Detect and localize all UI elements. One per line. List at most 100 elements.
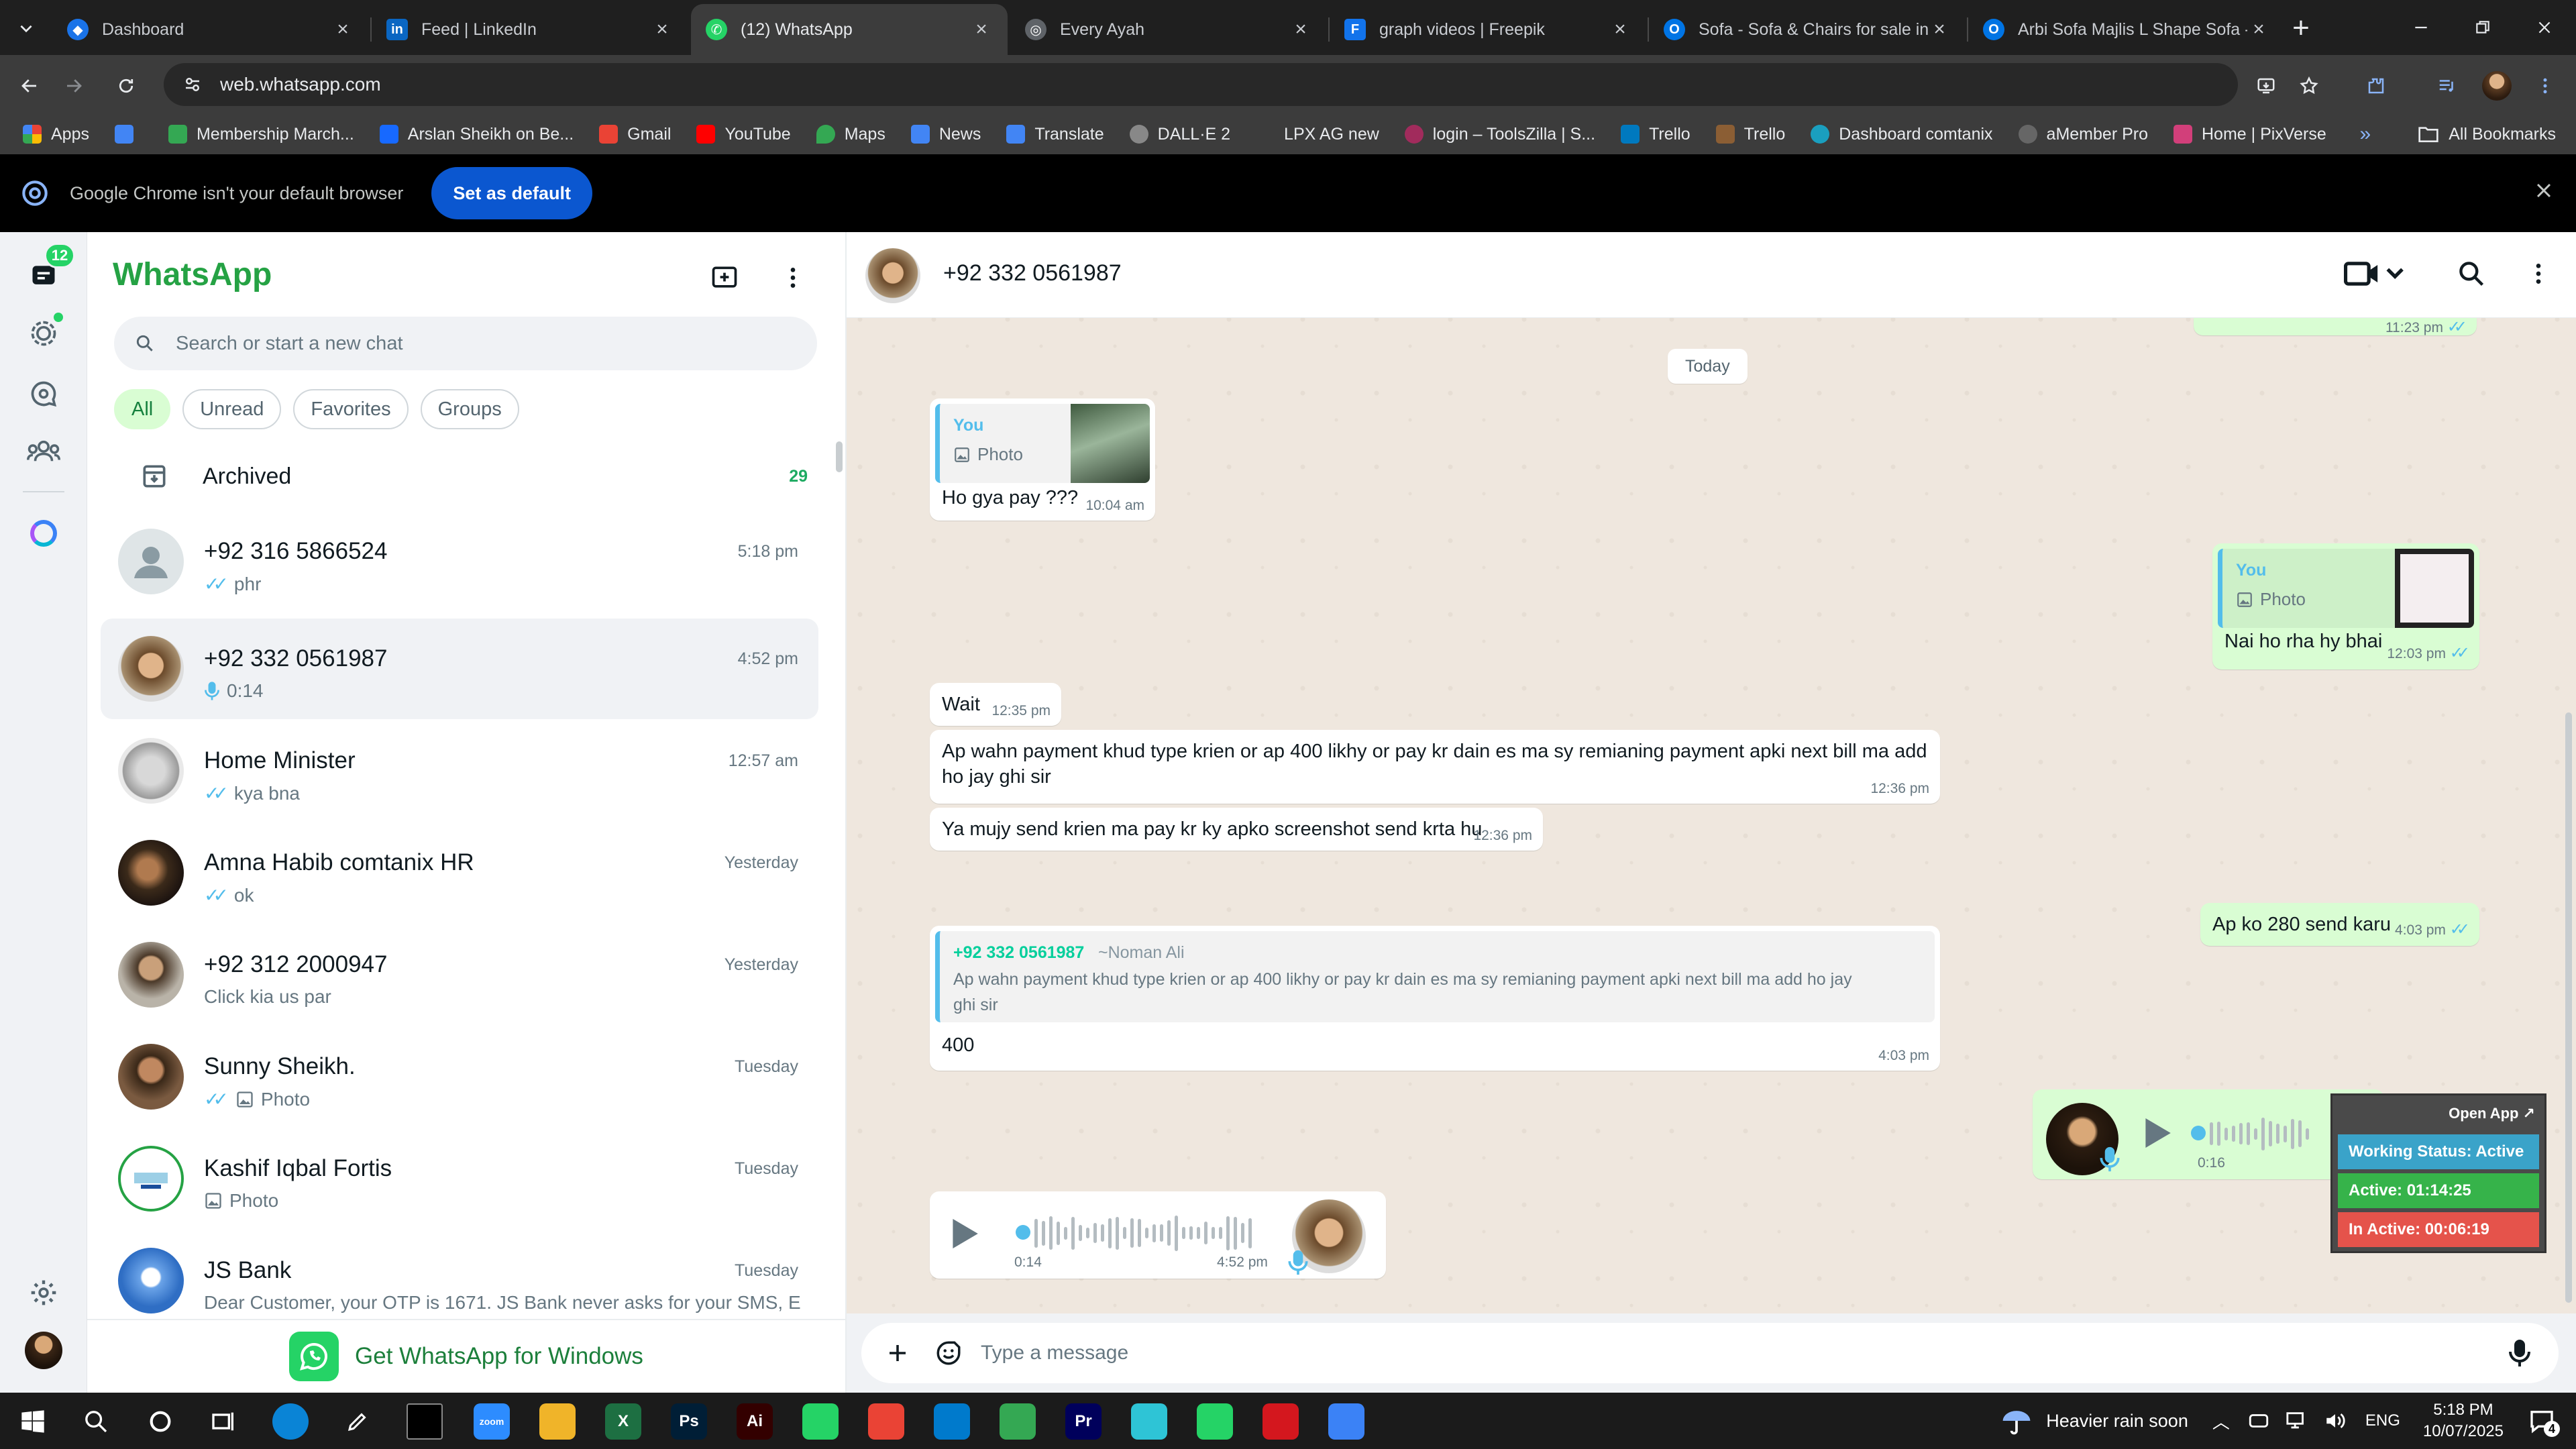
status-nav-button[interactable] — [23, 313, 64, 354]
conversation-scrollbar[interactable] — [2565, 712, 2572, 1303]
notifications-button[interactable]: 4 — [2528, 1407, 2560, 1437]
conversation-menu-button[interactable] — [2525, 259, 2552, 288]
phone-taskbar-icon[interactable] — [802, 1403, 839, 1440]
voice-waveform[interactable] — [1034, 1213, 1256, 1253]
contact-name[interactable]: +92 332 0561987 — [943, 260, 1122, 286]
tab-whatsapp[interactable]: ✆ (12) WhatsApp × — [691, 4, 1008, 55]
restore-button[interactable] — [2453, 0, 2513, 55]
filter-favorites[interactable]: Favorites — [293, 389, 409, 429]
files-taskbar-icon[interactable] — [539, 1403, 576, 1440]
bookmark-youtube[interactable]: YouTube — [696, 125, 791, 144]
archived-row[interactable]: Archived 29 — [114, 445, 839, 507]
terminal-taskbar-icon[interactable] — [407, 1403, 443, 1440]
bookmark-lpx[interactable]: LPX AG new — [1256, 125, 1379, 144]
app-blue-taskbar-icon[interactable] — [1131, 1403, 1167, 1440]
pen-taskbar-icon[interactable] — [339, 1403, 376, 1440]
get-whatsapp-for-windows-link[interactable]: Get WhatsApp for Windows — [87, 1319, 845, 1393]
tab-every-ayah[interactable]: ◎ Every Ayah × — [1010, 4, 1327, 55]
bookmark-dashboard-comtanix[interactable]: Dashboard comtanix — [1811, 125, 1993, 144]
extensions-button[interactable] — [2359, 68, 2394, 103]
install-app-button[interactable] — [2249, 68, 2284, 103]
search-box[interactable] — [114, 317, 817, 370]
settings-nav-button[interactable] — [23, 1272, 64, 1313]
phone-2-taskbar-icon[interactable] — [1197, 1403, 1233, 1440]
voice-record-button[interactable] — [2504, 1336, 2536, 1370]
bookmark-grid[interactable] — [114, 125, 143, 144]
quoted-message[interactable]: You Photo — [2218, 549, 2474, 628]
chat-row[interactable]: Amna Habib comtanix HR Yesterday ✓✓ ok — [101, 822, 818, 923]
voice-message-incoming[interactable]: 0:14 4:52 pm — [930, 1191, 1386, 1279]
tab-close-icon[interactable]: × — [970, 18, 993, 41]
reload-button[interactable] — [109, 68, 144, 103]
forward-button[interactable] — [56, 68, 91, 103]
chat-row[interactable]: Kashif Iqbal Fortis Tuesday Photo — [101, 1128, 818, 1229]
chat-row[interactable]: JS Bank Tuesday Dear Customer, your OTP … — [101, 1230, 818, 1331]
bookmark-gmail[interactable]: Gmail — [599, 125, 671, 144]
chevron-double-right-icon[interactable]: » — [2360, 123, 2371, 146]
bookmark-pixverse[interactable]: Home | PixVerse — [2174, 125, 2326, 144]
clock[interactable]: 5:18 PM 10/07/2025 — [2423, 1399, 2504, 1442]
play-button[interactable] — [950, 1217, 979, 1250]
infobar-close-button[interactable] — [2532, 178, 2556, 203]
message-input[interactable] — [981, 1342, 2457, 1364]
message-bubble-incoming[interactable]: Ya mujy send krien ma pay kr ky apko scr… — [930, 808, 1543, 851]
bookmark-trello-2[interactable]: Trello — [1715, 125, 1785, 144]
tab-search-button[interactable] — [5, 12, 47, 44]
tab-close-icon[interactable]: × — [651, 18, 674, 41]
chat-row[interactable]: Sunny Sheikh. Tuesday ✓✓ Photo — [101, 1026, 818, 1127]
bookmark-news[interactable]: News — [910, 125, 981, 144]
vscode-taskbar-icon[interactable] — [934, 1403, 970, 1440]
bookmark-membership[interactable]: Membership March... — [168, 125, 354, 144]
play-button[interactable] — [2143, 1116, 2172, 1150]
voice-seek-thumb[interactable] — [1016, 1225, 1030, 1240]
new-tab-button[interactable]: + — [2284, 11, 2318, 46]
search-taskbar-button[interactable] — [78, 1403, 114, 1440]
chat-row[interactable]: +92 316 5866524 5:18 pm ✓✓ phr — [101, 511, 818, 612]
message-bubble-incoming[interactable]: Wait 12:35 pm — [930, 683, 1061, 726]
quoted-message[interactable]: You Photo — [935, 404, 1150, 483]
tab-close-icon[interactable]: × — [1609, 18, 1631, 41]
volume-icon[interactable] — [2324, 1409, 2347, 1432]
input-language[interactable]: ENG — [2365, 1411, 2400, 1430]
set-as-default-button[interactable]: Set as default — [431, 167, 592, 219]
meta-ai-button[interactable] — [23, 513, 64, 554]
chrome-menu-button[interactable] — [2528, 68, 2563, 103]
photoshop-taskbar-icon[interactable]: Ps — [671, 1403, 707, 1440]
site-info-icon[interactable] — [182, 74, 203, 95]
filter-unread[interactable]: Unread — [182, 389, 282, 429]
tab-olx-sofa[interactable]: O Sofa - Sofa & Chairs for sale in × — [1649, 4, 1966, 55]
communities-nav-button[interactable] — [23, 431, 64, 472]
bookmark-apps[interactable]: Apps — [23, 125, 89, 144]
bookmark-behance[interactable]: Arslan Sheikh on Be... — [379, 125, 574, 144]
message-bubble-outgoing[interactable]: You Photo Nai ho rha hy bhai 12:03 pm ✓✓ — [2212, 543, 2479, 669]
tab-dashboard[interactable]: ◆ Dashboard × — [52, 4, 369, 55]
open-app-button[interactable]: Open App ↗ — [2449, 1105, 2535, 1122]
chrome-taskbar-icon[interactable] — [868, 1403, 904, 1440]
chat-row[interactable]: Home Minister 12:57 am ✓✓ kya bna — [101, 720, 818, 821]
chat-list-menu-button[interactable] — [774, 259, 812, 297]
close-window-button[interactable] — [2514, 0, 2575, 55]
conversation-header[interactable]: +92 332 0561987 — [847, 232, 2576, 318]
tab-close-icon[interactable]: × — [1928, 18, 1951, 41]
tab-freepik[interactable]: F graph videos | Freepik × — [1330, 4, 1646, 55]
profile-nav-button[interactable] — [23, 1330, 64, 1371]
tab-close-icon[interactable]: × — [331, 18, 354, 41]
bookmark-amember[interactable]: aMember Pro — [2018, 125, 2148, 144]
filter-groups[interactable]: Groups — [420, 389, 519, 429]
meet-now-icon[interactable] — [2247, 1409, 2270, 1432]
zoom-taskbar-icon[interactable]: zoom — [474, 1403, 510, 1440]
quoted-message[interactable]: +92 332 0561987 ~Noman Ali Ap wahn payme… — [935, 931, 1935, 1022]
message-bubble-incoming[interactable]: +92 332 0561987 ~Noman Ali Ap wahn payme… — [930, 926, 1940, 1071]
new-chat-button[interactable] — [706, 259, 743, 297]
tab-linkedin[interactable]: in Feed | LinkedIn × — [372, 4, 688, 55]
search-in-chat-button[interactable] — [2457, 259, 2486, 288]
bookmark-toolszilla[interactable]: login – ToolsZilla | S... — [1404, 125, 1595, 144]
start-button[interactable] — [15, 1403, 51, 1440]
task-view-button[interactable] — [205, 1403, 241, 1440]
edge-taskbar-icon[interactable] — [272, 1403, 309, 1440]
bookmark-maps[interactable]: Maps — [816, 125, 885, 144]
premiere-taskbar-icon[interactable]: Pr — [1065, 1403, 1102, 1440]
video-call-button[interactable] — [2344, 256, 2408, 291]
message-bubble-outgoing[interactable]: Ap ko 280 send karu 4:03 pm ✓✓ — [2200, 903, 2479, 946]
minimize-button[interactable] — [2391, 0, 2451, 55]
